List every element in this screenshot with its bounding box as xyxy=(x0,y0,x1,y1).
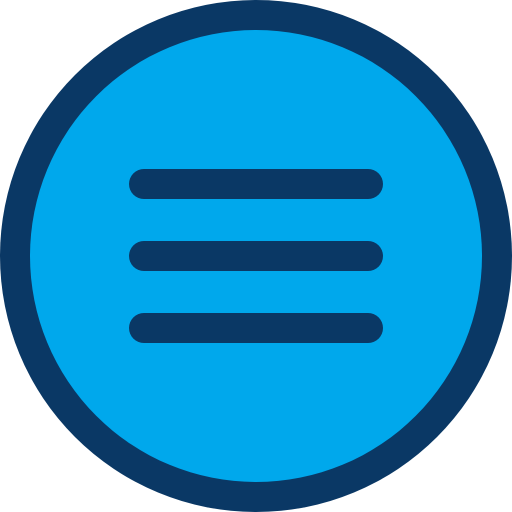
icon-canvas xyxy=(0,0,512,512)
menu-circle-button[interactable] xyxy=(0,0,512,512)
